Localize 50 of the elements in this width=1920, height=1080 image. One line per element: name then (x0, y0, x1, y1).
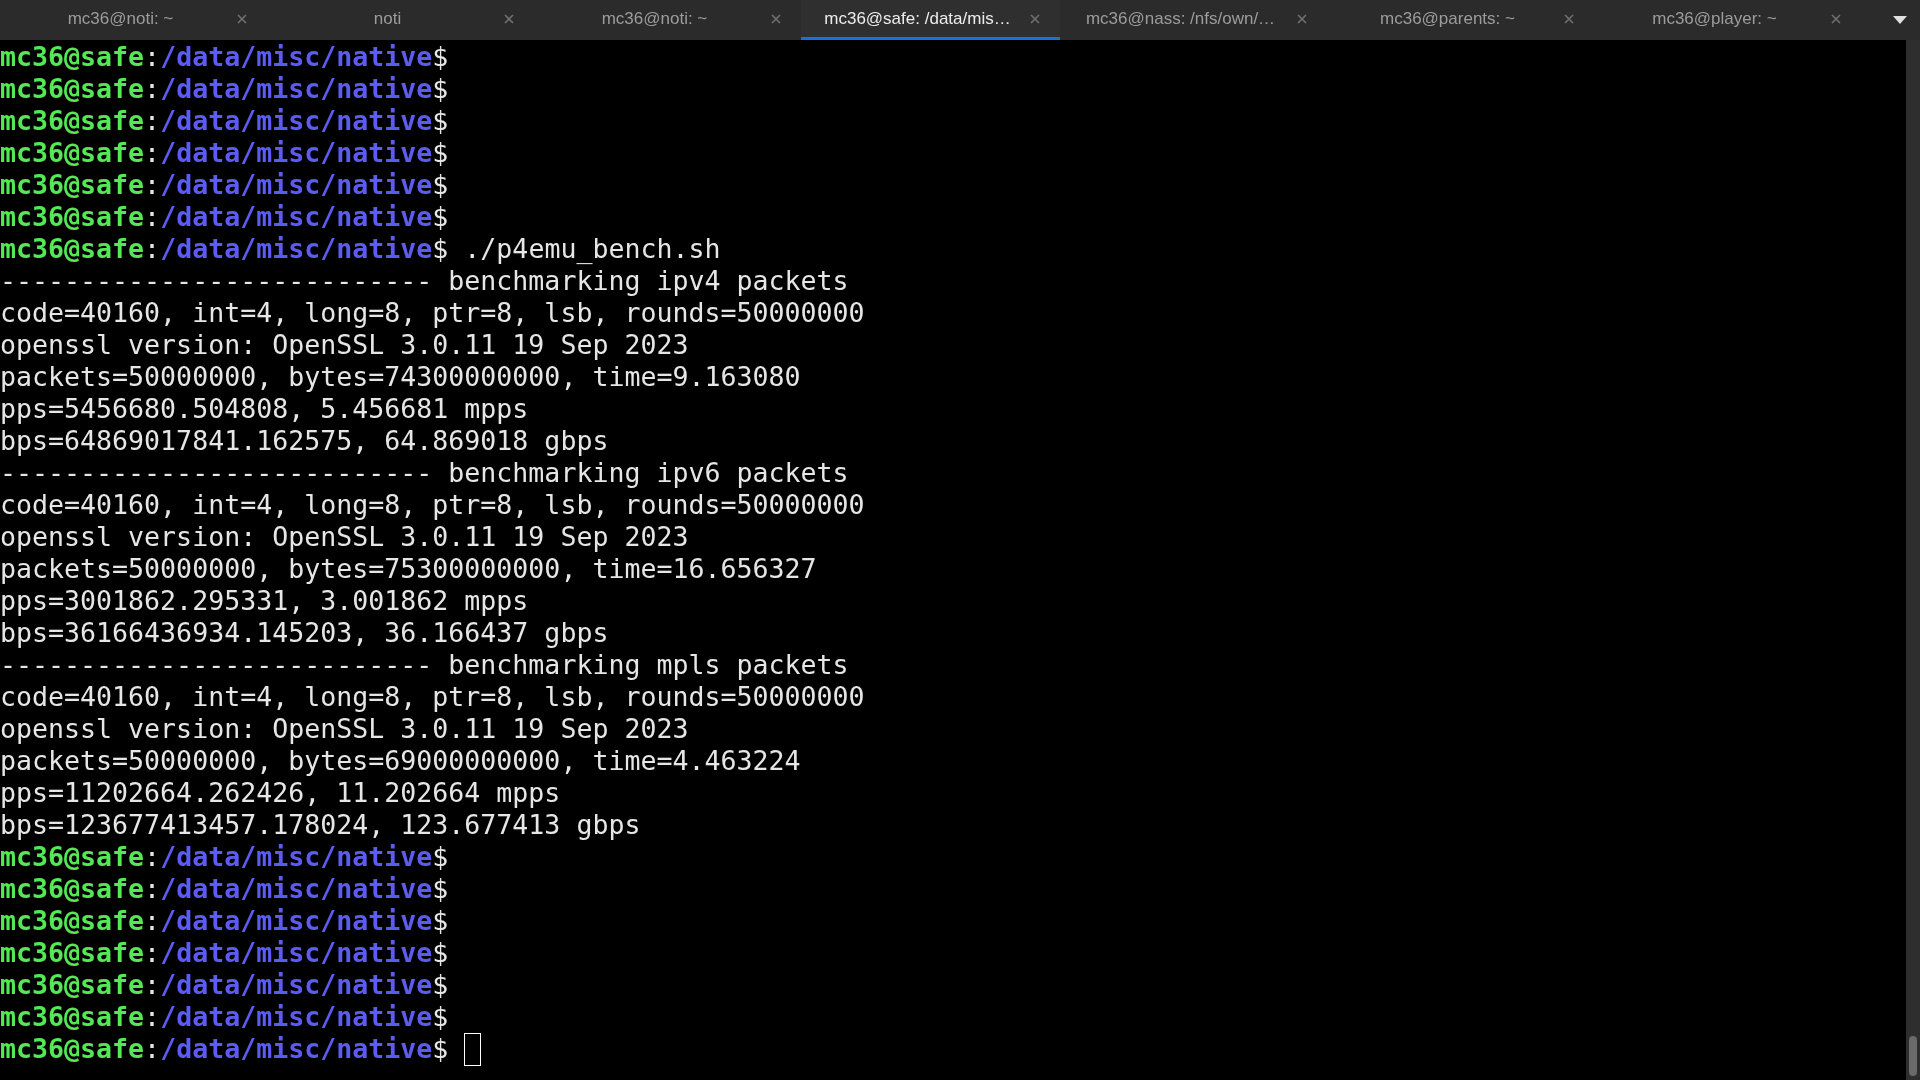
prompt-line: mc36@safe:/data/misc/native$ (0, 1001, 449, 1033)
tab[interactable]: mc36@nass: /nfs/own/… (1060, 0, 1327, 40)
tab[interactable]: noti (267, 0, 534, 40)
prompt-line: mc36@safe:/data/misc/native$ (0, 137, 449, 169)
prompt-line: mc36@safe:/data/misc/native$ (0, 41, 449, 73)
prompt-line: mc36@safe:/data/misc/native$ (0, 937, 449, 969)
dropdown-icon[interactable] (1893, 16, 1907, 24)
output-line: bps=123677413457.178024, 123.677413 gbps (0, 809, 641, 841)
prompt-line: mc36@safe:/data/misc/native$ (0, 169, 449, 201)
output-line: openssl version: OpenSSL 3.0.11 19 Sep 2023 (0, 713, 689, 745)
prompt-line: mc36@safe:/data/misc/native$ (0, 1033, 449, 1065)
tab[interactable]: mc36@noti: ~ (534, 0, 801, 40)
output-line: code=40160, int=4, long=8, ptr=8, lsb, rounds=50000000 (0, 297, 865, 329)
output-line: packets=50000000, bytes=75300000000, time=16.656327 (0, 553, 817, 585)
prompt-line: mc36@safe:/data/misc/native$ (0, 73, 449, 105)
tab[interactable]: mc36@noti: ~ (0, 0, 267, 40)
prompt-line: mc36@safe:/data/misc/native$ ./p4emu_bench.sh (0, 233, 721, 265)
close-icon[interactable] (504, 13, 514, 24)
output-line: bps=64869017841.162575, 64.869018 gbps (0, 425, 609, 457)
output-line: code=40160, int=4, long=8, ptr=8, lsb, rounds=50000000 (0, 681, 865, 713)
output-line: packets=50000000, bytes=69000000000, time=4.463224 (0, 745, 801, 777)
prompt-line: mc36@safe:/data/misc/native$ (0, 905, 449, 937)
prompt-line: mc36@safe:/data/misc/native$ (0, 201, 449, 233)
output-line: pps=3001862.295331, 3.001862 mpps (0, 585, 529, 617)
close-icon[interactable] (1564, 13, 1574, 24)
output-line: openssl version: OpenSSL 3.0.11 19 Sep 2023 (0, 329, 689, 361)
close-icon[interactable] (237, 13, 247, 24)
prompt-line: mc36@safe:/data/misc/native$ (0, 841, 449, 873)
close-icon[interactable] (771, 13, 781, 24)
output-line: openssl version: OpenSSL 3.0.11 19 Sep 2023 (0, 521, 689, 553)
tab[interactable]: mc36@parents: ~ (1327, 0, 1594, 40)
scrollbar[interactable] (1906, 40, 1920, 1080)
prompt-line: mc36@safe:/data/misc/native$ (0, 969, 449, 1001)
output-line: --------------------------- benchmarking ipv6 packets (0, 457, 849, 489)
output-line: pps=11202664.262426, 11.202664 mpps (0, 777, 561, 809)
scrollbar-thumb[interactable] (1909, 1036, 1917, 1076)
close-icon[interactable] (1297, 13, 1307, 24)
tab[interactable]: mc36@safe: /data/mis… (801, 0, 1060, 40)
tab[interactable]: mc36@player: ~ (1594, 0, 1861, 40)
output-line: packets=50000000, bytes=74300000000, time=9.163080 (0, 361, 801, 393)
prompt-line: mc36@safe:/data/misc/native$ (0, 105, 449, 137)
close-icon[interactable] (1831, 13, 1841, 24)
output-line: bps=36166436934.145203, 36.166437 gbps (0, 617, 609, 649)
prompt-line: mc36@safe:/data/misc/native$ (0, 873, 449, 905)
output-line: --------------------------- benchmarking ipv4 packets (0, 265, 849, 297)
output-line: pps=5456680.504808, 5.456681 mpps (0, 393, 529, 425)
output-line: code=40160, int=4, long=8, ptr=8, lsb, rounds=50000000 (0, 489, 865, 521)
close-icon[interactable] (1030, 13, 1040, 24)
text-cursor (464, 1032, 482, 1066)
output-line: --------------------------- benchmarking mpls packets (0, 649, 849, 681)
